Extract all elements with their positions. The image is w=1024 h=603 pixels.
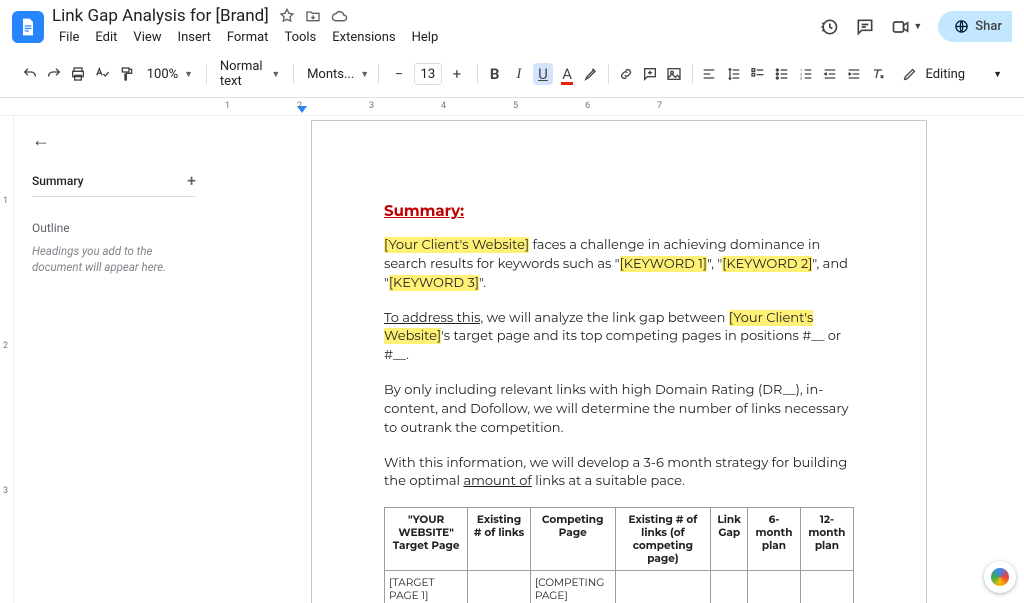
menu-file[interactable]: File	[52, 28, 86, 47]
explore-fab[interactable]	[984, 561, 1016, 593]
document-title[interactable]: Link Gap Analysis for [Brand]	[52, 6, 269, 26]
toolbar: 100%▼ Normal text▼ Monts...▼ − 13 + B I …	[0, 53, 1024, 98]
add-summary-icon[interactable]: +	[187, 171, 196, 190]
menu-bar: File Edit View Insert Format Tools Exten…	[52, 28, 811, 47]
numbered-list-button[interactable]: 123	[796, 61, 816, 87]
font-size-input[interactable]: 13	[414, 63, 442, 85]
undo-button[interactable]	[20, 61, 40, 87]
decrease-font-button[interactable]: −	[386, 61, 412, 87]
outline-sidebar: ← Summary + Outline Headings you add to …	[14, 116, 214, 603]
cloud-status-icon[interactable]	[331, 8, 348, 25]
paragraph-1: [Your Client's Website] faces a challeng…	[384, 236, 854, 293]
outline-hint: Headings you add to the document will ap…	[32, 243, 196, 275]
table-row: [TARGET PAGE 1][COMPETING PAGE]	[385, 571, 854, 603]
back-arrow-icon[interactable]: ←	[32, 130, 196, 151]
menu-insert[interactable]: Insert	[171, 28, 218, 47]
insert-link-button[interactable]	[616, 61, 636, 87]
line-spacing-button[interactable]	[723, 61, 743, 87]
bold-button[interactable]: B	[485, 61, 505, 87]
highlight-color-button[interactable]	[581, 61, 601, 87]
increase-font-button[interactable]: +	[444, 61, 470, 87]
font-family-dropdown[interactable]: Monts...▼	[301, 65, 371, 84]
underline-button[interactable]: U	[533, 61, 553, 87]
editing-mode-dropdown[interactable]: Editing ▼	[892, 63, 1012, 86]
menu-edit[interactable]: Edit	[88, 28, 124, 47]
menu-tools[interactable]: Tools	[277, 28, 323, 47]
paint-format-button[interactable]	[117, 61, 137, 87]
italic-button[interactable]: I	[509, 61, 529, 87]
menu-extensions[interactable]: Extensions	[325, 28, 402, 47]
app-header: Link Gap Analysis for [Brand] File Edit …	[0, 0, 1024, 53]
menu-format[interactable]: Format	[220, 28, 276, 47]
docs-logo[interactable]	[12, 11, 44, 43]
redo-button[interactable]	[44, 61, 64, 87]
comments-icon[interactable]	[855, 17, 875, 37]
link-gap-table: "YOUR WEBSITE" Target Page Existing # of…	[384, 507, 854, 603]
document-page[interactable]: Summary: [Your Client's Website] faces a…	[311, 120, 927, 603]
bullet-list-button[interactable]	[772, 61, 792, 87]
table-header-row: "YOUR WEBSITE" Target Page Existing # of…	[385, 508, 854, 571]
zoom-dropdown[interactable]: 100%▼	[141, 65, 199, 84]
summary-heading[interactable]: Summary	[32, 174, 84, 188]
paragraph-3: By only including relevant links with hi…	[384, 381, 854, 438]
checklist-button[interactable]	[748, 61, 768, 87]
outline-label: Outline	[32, 221, 196, 235]
horizontal-ruler[interactable]: 1 2 3 4 5 6 7	[0, 98, 1024, 116]
align-button[interactable]	[699, 61, 719, 87]
paragraph-2: To address this, we will analyze the lin…	[384, 309, 854, 366]
increase-indent-button[interactable]	[844, 61, 864, 87]
menu-help[interactable]: Help	[405, 28, 446, 47]
share-button[interactable]: Shar	[938, 11, 1012, 42]
menu-view[interactable]: View	[126, 28, 168, 47]
text-color-button[interactable]: A	[557, 61, 577, 87]
decrease-indent-button[interactable]	[820, 61, 840, 87]
star-icon[interactable]	[279, 8, 295, 24]
history-icon[interactable]	[819, 17, 839, 37]
move-folder-icon[interactable]	[305, 8, 321, 24]
doc-heading-summary: Summary:	[384, 201, 854, 220]
paragraph-style-dropdown[interactable]: Normal text▼	[214, 57, 286, 91]
vertical-ruler[interactable]: 1 2 3	[0, 116, 14, 603]
print-button[interactable]	[68, 61, 88, 87]
add-comment-button[interactable]	[640, 61, 660, 87]
clear-formatting-button[interactable]	[868, 61, 888, 87]
paragraph-4: With this information, we will develop a…	[384, 454, 854, 492]
meet-icon[interactable]: ▼	[891, 17, 922, 37]
spellcheck-button[interactable]	[92, 61, 112, 87]
insert-image-button[interactable]	[664, 61, 684, 87]
svg-text:3: 3	[800, 75, 802, 80]
